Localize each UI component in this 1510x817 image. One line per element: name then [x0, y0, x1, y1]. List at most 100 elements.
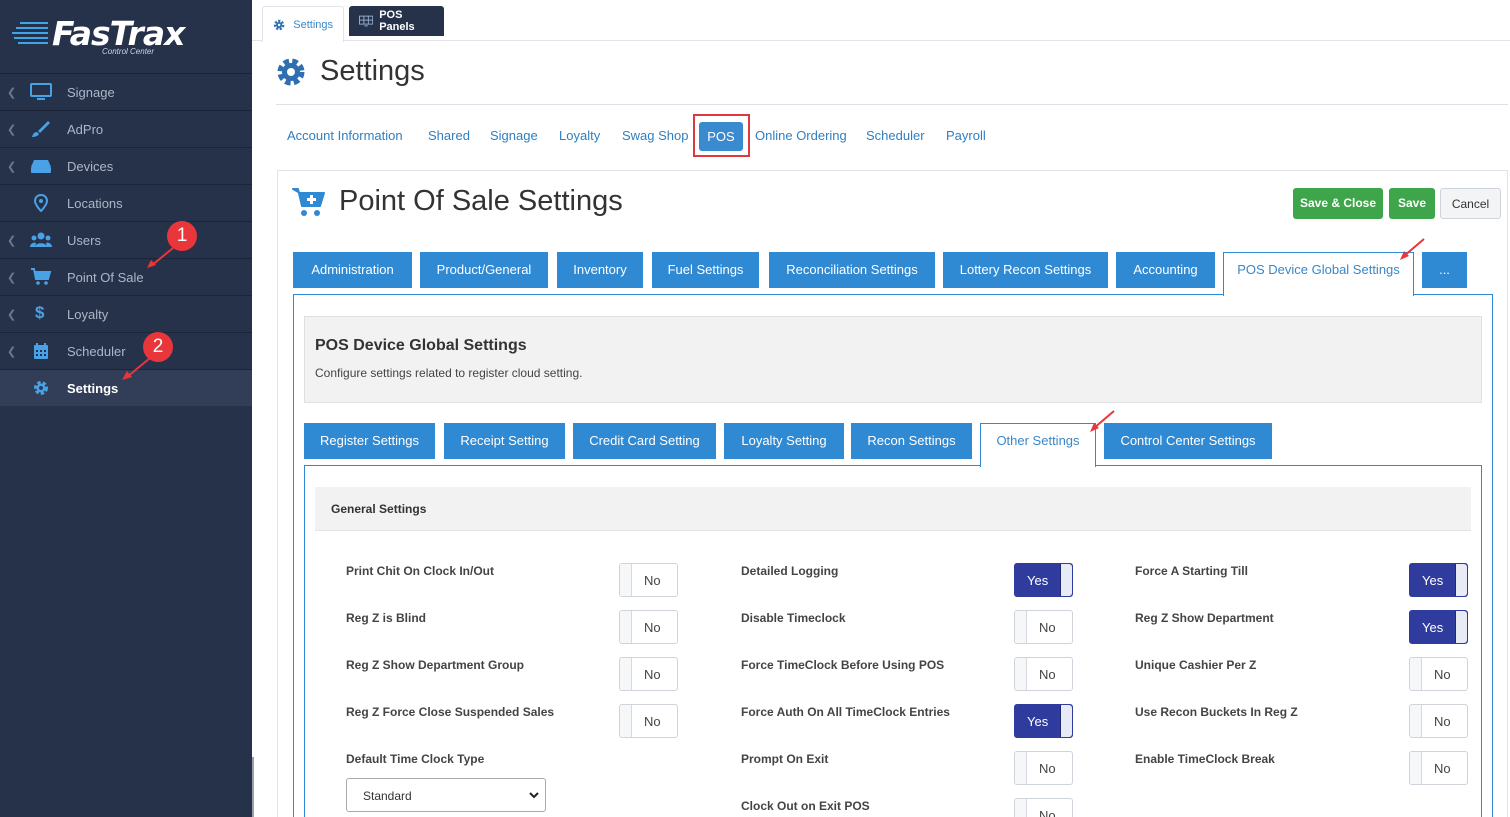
tab-administration[interactable]: Administration [293, 252, 412, 288]
sidebar-item-locations[interactable]: Locations [0, 184, 252, 221]
annotation-arrow-icon [147, 247, 174, 268]
dollar-icon: $ [35, 303, 45, 322]
sidebar-item-loyalty[interactable]: ❮ $ Loyalty [0, 295, 252, 332]
sidebar-item-label: Loyalty [67, 307, 109, 322]
general-settings-header: General Settings [315, 487, 1471, 531]
gear-icon [277, 58, 305, 85]
tab-fuel-settings[interactable]: Fuel Settings [652, 252, 759, 288]
logo-mark-icon [12, 22, 52, 44]
page-title: Settings [276, 55, 425, 88]
tab-loyalty-setting[interactable]: Loyalty Setting [724, 423, 844, 459]
save-button[interactable]: Save [1389, 188, 1435, 219]
subnav-account-information[interactable]: Account Information [287, 128, 403, 143]
pos-title-text: Point Of Sale Settings [339, 185, 623, 217]
map-pin-icon [30, 193, 52, 213]
sidebar-item-label: Devices [67, 159, 114, 174]
setting-label: Use Recon Buckets In Reg Z [1135, 705, 1298, 719]
setting-label: Clock Out on Exit POS [741, 799, 870, 813]
subnav-payroll[interactable]: Payroll [946, 128, 986, 143]
panel-grid-icon [359, 15, 374, 27]
tab-inventory[interactable]: Inventory [557, 252, 643, 288]
sidebar-item-label: Settings [67, 381, 119, 396]
monitor-icon [30, 83, 52, 101]
subnav-shared[interactable]: Shared [428, 128, 470, 143]
save-close-button[interactable]: Save & Close [1293, 188, 1383, 219]
setting-label: Unique Cashier Per Z [1135, 658, 1257, 672]
devices-icon [30, 157, 52, 175]
tab-lottery-recon-settings[interactable]: Lottery Recon Settings [943, 252, 1108, 288]
setting-label: Reg Z Force Close Suspended Sales [346, 705, 555, 719]
sidebar-item-adpro[interactable]: ❮ AdPro [0, 110, 252, 147]
setting-toggle[interactable]: No [619, 563, 678, 597]
setting-label: Print Chit On Clock In/Out [346, 564, 494, 578]
tab-reconciliation-settings[interactable]: Reconciliation Settings [769, 252, 935, 288]
cart-icon [30, 268, 52, 286]
tab-other-settings[interactable]: Other Settings [980, 423, 1096, 467]
page-title-text: Settings [320, 55, 425, 87]
sidebar-item-label: Users [67, 233, 101, 248]
sidebar-item-users[interactable]: ❮ Users [0, 221, 252, 258]
tab-more[interactable]: ... [1422, 252, 1467, 288]
tab-receipt-setting[interactable]: Receipt Setting [444, 423, 565, 459]
time-clock-type-select[interactable]: Standard [346, 778, 546, 812]
setting-toggle[interactable]: Yes [1409, 563, 1468, 597]
sidebar-item-label: AdPro [67, 122, 104, 137]
sidebar-item-signage[interactable]: ❮ Signage [0, 73, 252, 110]
cart-plus-icon [292, 187, 325, 216]
sidebar-item-point-of-sale[interactable]: ❮ Point Of Sale [0, 258, 252, 295]
setting-toggle[interactable]: No [1409, 704, 1468, 738]
setting-toggle[interactable]: No [1014, 751, 1073, 785]
chevron-down-icon [529, 792, 539, 799]
setting-label: Prompt On Exit [741, 752, 829, 766]
fastrax-logo[interactable]: FasTrax Control Center [12, 14, 185, 58]
setting-toggle[interactable]: No [1014, 657, 1073, 691]
setting-label: Detailed Logging [741, 564, 839, 578]
scrollbar[interactable] [252, 757, 254, 817]
chevron-left-icon: ❮ [7, 272, 17, 284]
chevron-left-icon: ❮ [7, 235, 17, 247]
calendar-icon [30, 342, 52, 360]
tab-settings[interactable]: Settings [262, 6, 344, 42]
setting-toggle[interactable]: No [1014, 610, 1073, 644]
chevron-left-icon: ❮ [7, 161, 17, 173]
chevron-left-icon: ❮ [7, 87, 17, 99]
tab-pos-panels[interactable]: POS Panels [349, 6, 444, 36]
subnav-swag-shop[interactable]: Swag Shop [622, 128, 689, 143]
setting-label: Force TimeClock Before Using POS [741, 658, 945, 672]
tab-pos-device-global-settings[interactable]: POS Device Global Settings [1223, 252, 1414, 296]
setting-toggle[interactable]: No [619, 657, 678, 691]
setting-toggle[interactable]: Yes [1014, 704, 1073, 738]
setting-toggle[interactable]: No [1014, 798, 1073, 817]
tab-credit-card-setting[interactable]: Credit Card Setting [573, 423, 716, 459]
chevron-left-icon: ❮ [7, 124, 17, 136]
setting-label: Reg Z Show Department Group [346, 658, 525, 672]
subnav-online-ordering[interactable]: Online Ordering [755, 128, 847, 143]
subnav-pos[interactable]: POS [699, 122, 743, 151]
section-title: POS Device Global Settings [315, 337, 527, 354]
tab-control-center-settings[interactable]: Control Center Settings [1104, 423, 1272, 459]
divider [276, 104, 1508, 105]
subnav-signage[interactable]: Signage [490, 128, 538, 143]
tab-recon-settings[interactable]: Recon Settings [851, 423, 972, 459]
setting-toggle[interactable]: Yes [1409, 610, 1468, 644]
cancel-button[interactable]: Cancel [1440, 188, 1501, 219]
section-header: POS Device Global Settings Configure set… [304, 316, 1482, 403]
setting-toggle[interactable]: Yes [1014, 563, 1073, 597]
gear-icon [273, 19, 285, 30]
subnav-loyalty[interactable]: Loyalty [559, 128, 600, 143]
subnav-scheduler[interactable]: Scheduler [866, 128, 925, 143]
sidebar-item-devices[interactable]: ❮ Devices [0, 147, 252, 184]
setting-toggle[interactable]: No [619, 610, 678, 644]
setting-label: Force A Starting Till [1135, 564, 1248, 578]
tab-accounting[interactable]: Accounting [1116, 252, 1215, 288]
logo-subtitle: Control Center [102, 47, 155, 56]
brush-icon [30, 120, 52, 138]
setting-toggle[interactable]: No [619, 704, 678, 738]
section-description: Configure settings related to register c… [315, 366, 583, 380]
tab-product-general[interactable]: Product/General [420, 252, 548, 288]
tab-register-settings[interactable]: Register Settings [304, 423, 435, 459]
annotation-arrow-icon [1400, 238, 1425, 260]
tab-pos-panels-label: POS Panels [379, 9, 415, 33]
setting-toggle[interactable]: No [1409, 751, 1468, 785]
setting-toggle[interactable]: No [1409, 657, 1468, 691]
